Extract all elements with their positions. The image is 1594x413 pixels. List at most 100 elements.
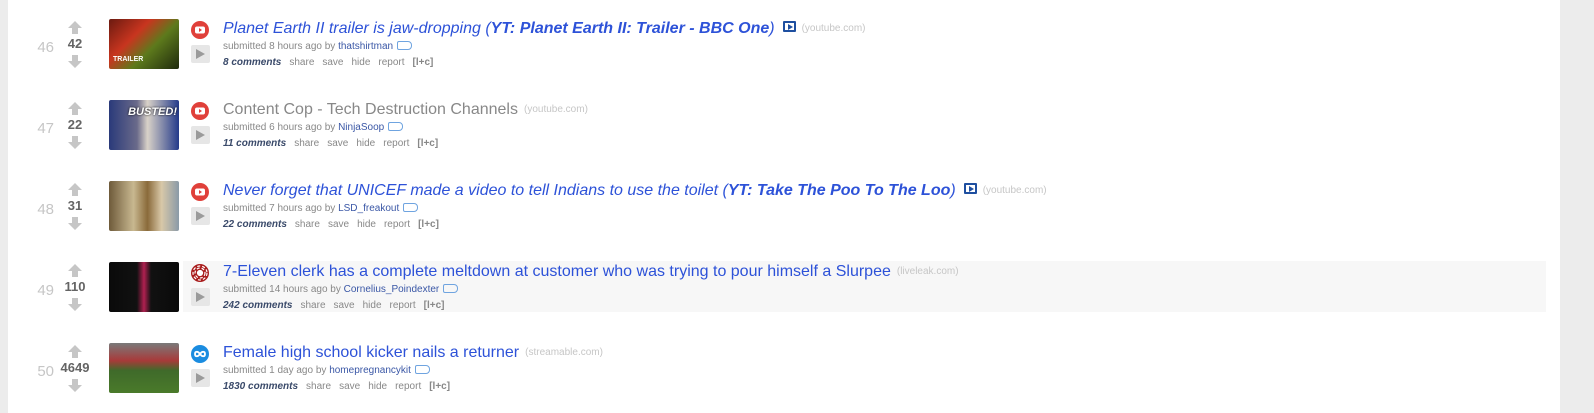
report-button[interactable]: report <box>383 138 409 149</box>
comments-link[interactable]: 242 comments <box>223 300 292 311</box>
report-button[interactable]: report <box>390 300 416 311</box>
downvote-arrow-icon[interactable] <box>68 217 82 230</box>
thumbnail[interactable] <box>109 343 179 393</box>
title-segment: Content Cop - Tech Destruction Channels <box>223 101 518 118</box>
video-expand-icon[interactable] <box>963 183 977 194</box>
domain-label[interactable]: (youtube.com) <box>802 23 866 34</box>
post-buttons: 22 comments share save hide report [l+c] <box>223 218 1560 231</box>
report-button[interactable]: report <box>395 381 421 392</box>
thumbnail[interactable]: TRAILER <box>109 19 179 69</box>
hide-button[interactable]: hide <box>352 57 371 68</box>
domain-label[interactable]: (liveleak.com) <box>897 266 959 277</box>
save-button[interactable]: save <box>327 138 348 149</box>
post-title-link[interactable]: Never forget that UNICEF made a video to… <box>223 182 956 199</box>
comments-link[interactable]: 22 comments <box>223 219 287 230</box>
expando-button[interactable] <box>191 207 210 225</box>
share-button[interactable]: share <box>306 381 331 392</box>
youtube-icon <box>191 183 209 201</box>
thumbnail[interactable]: BUSTED! <box>109 100 179 150</box>
expando-button[interactable] <box>191 288 210 306</box>
save-button[interactable]: save <box>334 300 355 311</box>
upvote-arrow-icon[interactable] <box>68 345 82 358</box>
tag-icon[interactable] <box>397 41 413 50</box>
save-button[interactable]: save <box>322 57 343 68</box>
post-title-link[interactable]: Content Cop - Tech Destruction Channels <box>223 101 518 118</box>
comments-link[interactable]: 11 comments <box>223 138 286 149</box>
title-segment: Never forget that UNICEF made a video to… <box>223 182 728 199</box>
tagline: submitted 6 hours ago by NinjaSoop <box>223 121 1560 135</box>
tag-icon[interactable] <box>443 284 459 293</box>
upvote-arrow-icon[interactable] <box>68 21 82 34</box>
tag-icon[interactable] <box>388 122 404 131</box>
upvote-arrow-icon[interactable] <box>68 183 82 196</box>
downvote-arrow-icon[interactable] <box>68 379 82 392</box>
post-title-link[interactable]: 7-Eleven clerk has a complete meltdown a… <box>223 263 891 280</box>
comments-link[interactable]: 1830 comments <box>223 381 298 392</box>
thumbnail-caption: BUSTED! <box>128 106 177 118</box>
score: 31 <box>67 198 83 213</box>
hide-button[interactable]: hide <box>357 219 376 230</box>
lc-button[interactable]: [l+c] <box>418 219 439 230</box>
score: 4649 <box>60 360 90 375</box>
downvote-arrow-icon[interactable] <box>68 136 82 149</box>
share-button[interactable]: share <box>294 138 319 149</box>
lc-button[interactable]: [l+c] <box>413 57 434 68</box>
thumbnail[interactable] <box>109 181 179 231</box>
post-entry: 7-Eleven clerk has a complete meltdown a… <box>223 262 1560 312</box>
hide-button[interactable]: hide <box>368 381 387 392</box>
tagline: submitted 7 hours ago by LSD_freakout <box>223 202 1560 216</box>
title-line: Never forget that UNICEF made a video to… <box>223 181 1560 201</box>
tagline: submitted 1 day ago by homepregnancykit <box>223 364 1560 378</box>
score: 22 <box>67 117 83 132</box>
expando-button[interactable] <box>191 126 210 144</box>
expando-button[interactable] <box>191 369 210 387</box>
hide-button[interactable]: hide <box>363 300 382 311</box>
share-button[interactable]: share <box>289 57 314 68</box>
report-button[interactable]: report <box>378 57 404 68</box>
post-row: 47 22 BUSTED! Content Cop - Tech Destructio… <box>8 100 1560 160</box>
title-segment: Planet Earth II trailer is jaw-dropping … <box>223 20 491 37</box>
downvote-arrow-icon[interactable] <box>68 298 82 311</box>
upvote-arrow-icon[interactable] <box>68 264 82 277</box>
lc-button[interactable]: [l+c] <box>424 300 445 311</box>
thumbnail[interactable] <box>109 262 179 312</box>
save-button[interactable]: save <box>339 381 360 392</box>
tagline: submitted 14 hours ago by Cornelius_Poin… <box>223 283 1560 297</box>
save-button[interactable]: save <box>328 219 349 230</box>
domain-label[interactable]: (youtube.com) <box>983 185 1047 196</box>
author-link[interactable]: LSD_freakout <box>338 203 399 214</box>
comments-link[interactable]: 8 comments <box>223 57 281 68</box>
video-expand-icon[interactable] <box>782 21 796 32</box>
report-button[interactable]: report <box>384 219 410 230</box>
downvote-arrow-icon[interactable] <box>68 55 82 68</box>
share-button[interactable]: share <box>295 219 320 230</box>
author-link[interactable]: thatshirtman <box>338 41 393 52</box>
author-link[interactable]: Cornelius_Poindexter <box>344 284 440 295</box>
lc-button[interactable]: [l+c] <box>417 138 438 149</box>
tag-icon[interactable] <box>414 365 430 374</box>
play-icon <box>196 49 205 59</box>
youtube-icon <box>191 21 209 39</box>
post-title-link[interactable]: Planet Earth II trailer is jaw-dropping … <box>223 20 775 37</box>
author-link[interactable]: homepregnancykit <box>329 365 411 376</box>
title-segment: ) <box>769 20 775 37</box>
post-row: 50 4649 Female high school kicker nails a … <box>8 343 1560 403</box>
liveleak-icon <box>191 264 209 282</box>
play-icon <box>196 211 205 221</box>
title-segment: 7-Eleven clerk has a complete meltdown a… <box>223 263 891 280</box>
post-row: 46 42 TRAILER Planet Earth II trailer is ja… <box>8 19 1560 79</box>
post-title-link[interactable]: Female high school kicker nails a return… <box>223 344 519 361</box>
rank-number: 50 <box>37 363 54 380</box>
domain-label[interactable]: (youtube.com) <box>524 104 588 115</box>
domain-label[interactable]: (streamable.com) <box>525 347 603 358</box>
upvote-arrow-icon[interactable] <box>68 102 82 115</box>
expando-button[interactable] <box>191 45 210 63</box>
author-link[interactable]: NinjaSoop <box>338 122 384 133</box>
share-button[interactable]: share <box>300 300 325 311</box>
rank-number: 46 <box>37 39 54 56</box>
tag-icon[interactable] <box>403 203 419 212</box>
play-icon <box>196 292 205 302</box>
title-segment: ) <box>950 182 956 199</box>
hide-button[interactable]: hide <box>356 138 375 149</box>
lc-button[interactable]: [l+c] <box>429 381 450 392</box>
